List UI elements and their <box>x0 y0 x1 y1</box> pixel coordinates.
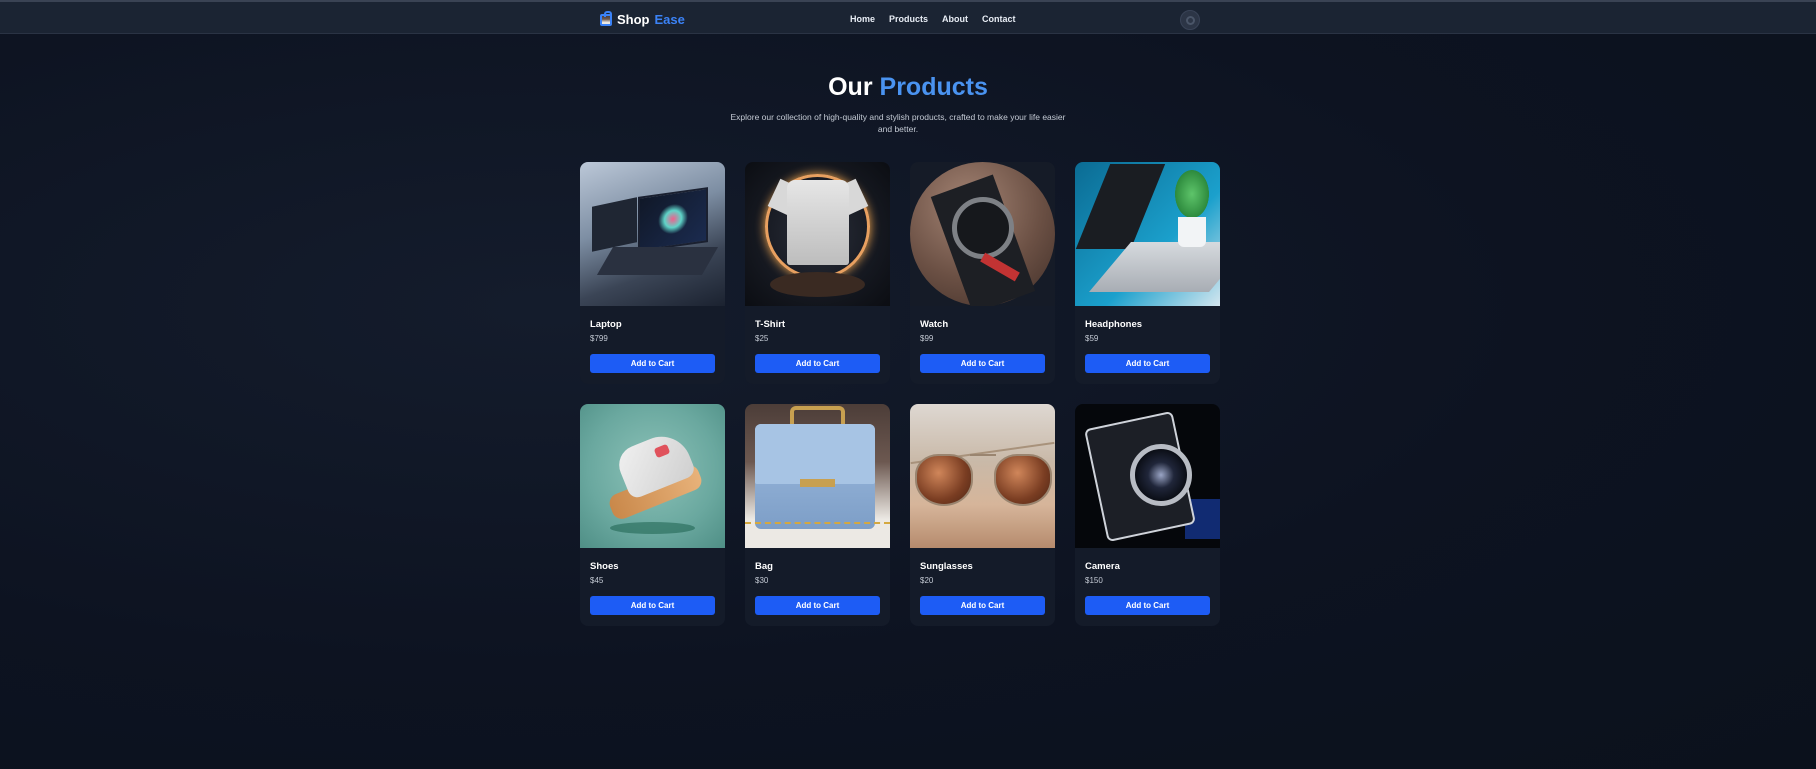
sunglasses-image <box>910 404 1055 548</box>
product-price: $150 <box>1085 576 1103 585</box>
nav-link-contact[interactable]: Contact <box>982 14 1016 24</box>
product-name: Sunglasses <box>920 561 973 572</box>
product-price: $99 <box>920 334 934 343</box>
nav-link-products[interactable]: Products <box>889 14 928 24</box>
nav-links: Home Products About Contact <box>850 14 1016 24</box>
shopping-bag-icon <box>600 10 612 26</box>
product-name: Watch <box>920 319 949 330</box>
product-name: T-Shirt <box>755 319 786 330</box>
product-card: Sunglasses $20 Add to Cart <box>910 404 1055 626</box>
moon-icon <box>1186 16 1195 25</box>
add-to-cart-button[interactable]: Add to Cart <box>755 354 880 373</box>
add-to-cart-button[interactable]: Add to Cart <box>590 596 715 615</box>
add-to-cart-button[interactable]: Add to Cart <box>1085 596 1210 615</box>
headphones-image <box>1075 162 1220 306</box>
add-to-cart-button[interactable]: Add to Cart <box>755 596 880 615</box>
product-card: T-Shirt $25 Add to Cart <box>745 162 890 384</box>
product-price: $20 <box>920 576 934 585</box>
product-card: Camera $150 Add to Cart <box>1075 404 1220 626</box>
product-name: Bag <box>755 561 773 572</box>
product-name: Headphones <box>1085 319 1143 330</box>
page-title-part1: Our <box>828 73 873 101</box>
watch-image <box>910 162 1055 306</box>
add-to-cart-button[interactable]: Add to Cart <box>920 354 1045 373</box>
product-card: Watch $99 Add to Cart <box>910 162 1055 384</box>
product-price: $30 <box>755 576 769 585</box>
shoes-image <box>580 404 725 548</box>
bag-image <box>745 404 890 548</box>
product-grid: Laptop $799 Add to Cart T-Shirt $25 Add … <box>580 162 1220 626</box>
product-card: Headphones $59 Add to Cart <box>1075 162 1220 384</box>
product-card: Bag $30 Add to Cart <box>745 404 890 626</box>
add-to-cart-button[interactable]: Add to Cart <box>590 354 715 373</box>
tshirt-image <box>745 162 890 306</box>
product-price: $799 <box>590 334 608 343</box>
navbar: Shop Ease Home Products About Contact <box>0 0 1816 34</box>
brand-name-part2: Ease <box>654 12 685 27</box>
theme-toggle-button[interactable] <box>1180 10 1200 30</box>
brand-logo[interactable]: Shop Ease <box>600 10 685 27</box>
product-name: Camera <box>1085 561 1120 572</box>
camera-image <box>1075 404 1220 548</box>
page-subtitle: Explore our collection of high-quality a… <box>730 112 1066 134</box>
nav-link-about[interactable]: About <box>942 14 968 24</box>
product-card: Shoes $45 Add to Cart <box>580 404 725 626</box>
nav-link-home[interactable]: Home <box>850 14 875 24</box>
page-title-part2: Products <box>879 73 988 101</box>
product-price: $59 <box>1085 334 1099 343</box>
brand-name-part1: Shop <box>617 12 650 27</box>
product-name: Shoes <box>590 561 619 572</box>
add-to-cart-button[interactable]: Add to Cart <box>1085 354 1210 373</box>
product-name: Laptop <box>590 319 622 330</box>
product-price: $25 <box>755 334 769 343</box>
product-price: $45 <box>590 576 604 585</box>
page-title: Our Products <box>0 73 1816 102</box>
add-to-cart-button[interactable]: Add to Cart <box>920 596 1045 615</box>
product-card: Laptop $799 Add to Cart <box>580 162 725 384</box>
laptop-image <box>580 162 725 306</box>
